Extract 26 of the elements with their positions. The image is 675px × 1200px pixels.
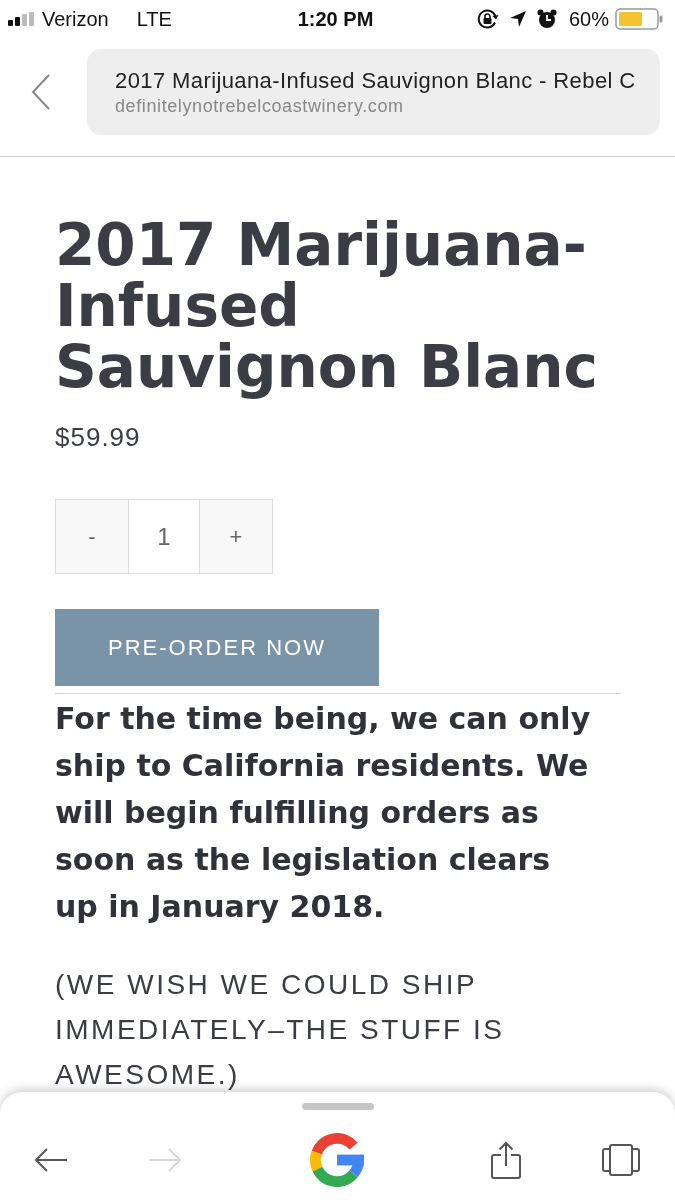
location-arrow-icon	[508, 10, 527, 28]
back-chevron-icon[interactable]	[31, 73, 51, 111]
battery-percent: 60%	[568, 7, 609, 31]
share-icon[interactable]	[491, 1141, 521, 1179]
back-arrow-icon[interactable]	[34, 1147, 68, 1173]
alarm-clock-icon	[536, 9, 557, 29]
network-type: LTE	[136, 7, 172, 31]
tabs-icon[interactable]	[601, 1144, 640, 1176]
battery-icon	[615, 8, 663, 30]
preorder-button[interactable]: PRE-ORDER NOW	[55, 609, 379, 686]
page-title: 2017 Marijuana-Infused Sauvignon Blanc - Rebel C	[115, 67, 637, 95]
rotation-lock-icon	[476, 9, 499, 29]
drag-handle[interactable]	[302, 1103, 374, 1110]
product-title: 2017 Marijuana-Infused Sauvignon Blanc	[55, 215, 599, 398]
signal-icon	[8, 12, 34, 26]
product-price: $59.99	[55, 422, 142, 452]
aside-note: (WE WISH WE COULD SHIP IMMEDIATELY–THE STUFF IS AWESOME.)	[55, 968, 506, 1092]
quantity-field[interactable]: 1	[129, 499, 199, 574]
decrement-button[interactable]: -	[55, 499, 129, 574]
g-logo-icon[interactable]	[310, 1133, 364, 1187]
page-url: definitelynotrebelcoastwinery.com	[115, 95, 405, 117]
shipping-notice: For the time being, we can only ship to California residents. We will begin fulfilling orders as soon as the legislation clears up in January 2018.	[55, 700, 592, 926]
clock-time: 1:20 PM	[297, 7, 374, 31]
address-bar[interactable]: 2017 Marijuana-Infused Sauvignon Blanc - Rebel C definitelynotrebelcoastwinery.com	[87, 49, 660, 135]
increment-button[interactable]: +	[199, 499, 273, 574]
carrier-name: Verizon	[42, 7, 109, 31]
